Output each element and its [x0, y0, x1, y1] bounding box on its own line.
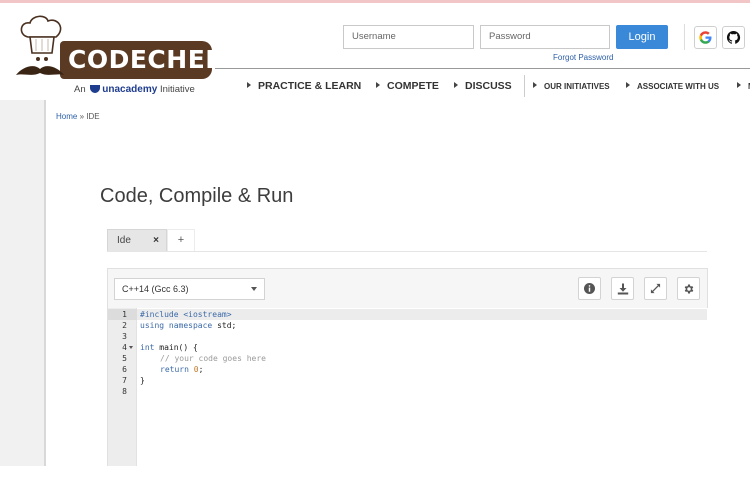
unacademy-tagline: An unacademy Initiative — [74, 84, 195, 95]
line-number: 3 — [122, 332, 127, 341]
nav-arrow-icon — [247, 82, 251, 88]
nav-arrow-icon — [454, 82, 458, 88]
line-number: 5 — [122, 354, 127, 363]
line-number: 1 — [122, 310, 127, 319]
language-select[interactable]: C++14 (Gcc 6.3) — [114, 278, 265, 300]
nav-arrow-icon — [376, 82, 380, 88]
line-number: 6 — [122, 365, 127, 374]
nav-practice-learn[interactable]: PRACTICE & LEARN — [247, 80, 361, 92]
page-title: Code, Compile & Run — [100, 185, 294, 207]
nav-label: PRACTICE & LEARN — [258, 80, 362, 92]
nav-label: COMPETE — [387, 80, 439, 92]
google-login-button[interactable] — [694, 26, 717, 49]
nav-label: ASSOCIATE WITH US — [637, 82, 720, 91]
line-number: 2 — [122, 321, 127, 330]
site-header: CODECHEF An unacademy Initiative Usernam… — [0, 3, 750, 100]
download-button[interactable] — [611, 277, 634, 300]
password-input[interactable]: Password — [480, 25, 610, 49]
breadcrumb-separator: » — [79, 112, 85, 121]
fullscreen-button[interactable] — [644, 277, 667, 300]
google-icon — [699, 31, 712, 44]
code-text: std; — [212, 321, 237, 330]
info-icon — [584, 283, 595, 294]
tagline-suffix: Initiative — [159, 84, 195, 95]
language-value: C++14 (Gcc 6.3) — [122, 284, 189, 294]
codechef-logo[interactable]: CODECHEF An unacademy Initiative — [12, 15, 222, 100]
nav-compete[interactable]: COMPETE — [376, 80, 439, 92]
github-login-button[interactable] — [722, 26, 745, 49]
code-keyword: using namespace — [140, 321, 213, 330]
forgot-password-link[interactable]: Forgot Password — [553, 53, 613, 62]
header-divider — [684, 24, 685, 50]
chef-hat-icon — [20, 15, 62, 61]
nav-our-initiatives[interactable]: OUR INITIATIVES — [533, 82, 610, 91]
line-number: 7 — [122, 376, 127, 385]
code-line-4: int main() { — [140, 342, 198, 353]
nav-arrow-icon — [533, 82, 537, 88]
github-icon — [726, 30, 741, 44]
nav-label: OUR INITIATIVES — [544, 82, 610, 91]
add-tab-button[interactable]: + — [167, 229, 195, 251]
tabs-baseline — [107, 251, 707, 252]
code-line-2: using namespace std; — [140, 320, 236, 331]
line-number: 4 — [122, 343, 127, 352]
unacademy-logo-icon — [90, 85, 101, 93]
line-number: 8 — [122, 387, 127, 396]
fullscreen-icon — [650, 283, 661, 294]
tagline-brand: unacademy — [102, 84, 158, 95]
tagline-prefix: An — [74, 84, 86, 95]
nav-arrow-icon — [626, 82, 630, 88]
code-editor[interactable] — [108, 308, 708, 468]
page-bottom-strip — [0, 466, 750, 500]
tab-label: Ide — [117, 235, 131, 246]
nav-separator — [524, 75, 525, 97]
info-button[interactable] — [578, 277, 601, 300]
settings-icon — [684, 284, 693, 293]
breadcrumb-current: IDE — [86, 112, 100, 121]
tab-ide[interactable]: Ide × — [107, 229, 167, 251]
breadcrumb-home[interactable]: Home — [56, 112, 77, 121]
fold-arrow-icon[interactable] — [129, 346, 133, 349]
nav-more[interactable]: M — [737, 82, 750, 91]
nav-associate-with-us[interactable]: ASSOCIATE WITH US — [626, 82, 719, 91]
code-line-5: // your code goes here — [160, 354, 266, 363]
settings-button[interactable] — [677, 277, 700, 300]
chevron-down-icon — [251, 287, 257, 291]
code-line-7: } — [140, 376, 145, 385]
login-button[interactable]: Login — [616, 25, 668, 49]
close-icon[interactable]: × — [153, 230, 159, 252]
code-line-1: #include <iostream> — [140, 310, 232, 319]
nav-discuss[interactable]: DISCUSS — [454, 80, 512, 92]
nav-divider-line — [215, 68, 750, 69]
nav-label: DISCUSS — [465, 80, 512, 92]
code-text: main() { — [154, 343, 198, 352]
code-text: ; — [198, 365, 204, 374]
download-icon — [617, 283, 628, 294]
mustache-icon — [16, 66, 64, 75]
username-input[interactable]: Username — [343, 25, 474, 49]
nav-arrow-icon — [737, 82, 741, 88]
logo-wordmark: CODECHEF — [60, 41, 222, 79]
breadcrumb: Home » IDE — [56, 112, 100, 121]
code-keyword: return — [160, 365, 189, 374]
code-keyword: int — [140, 343, 155, 352]
code-line-6: return 0; — [160, 364, 203, 375]
